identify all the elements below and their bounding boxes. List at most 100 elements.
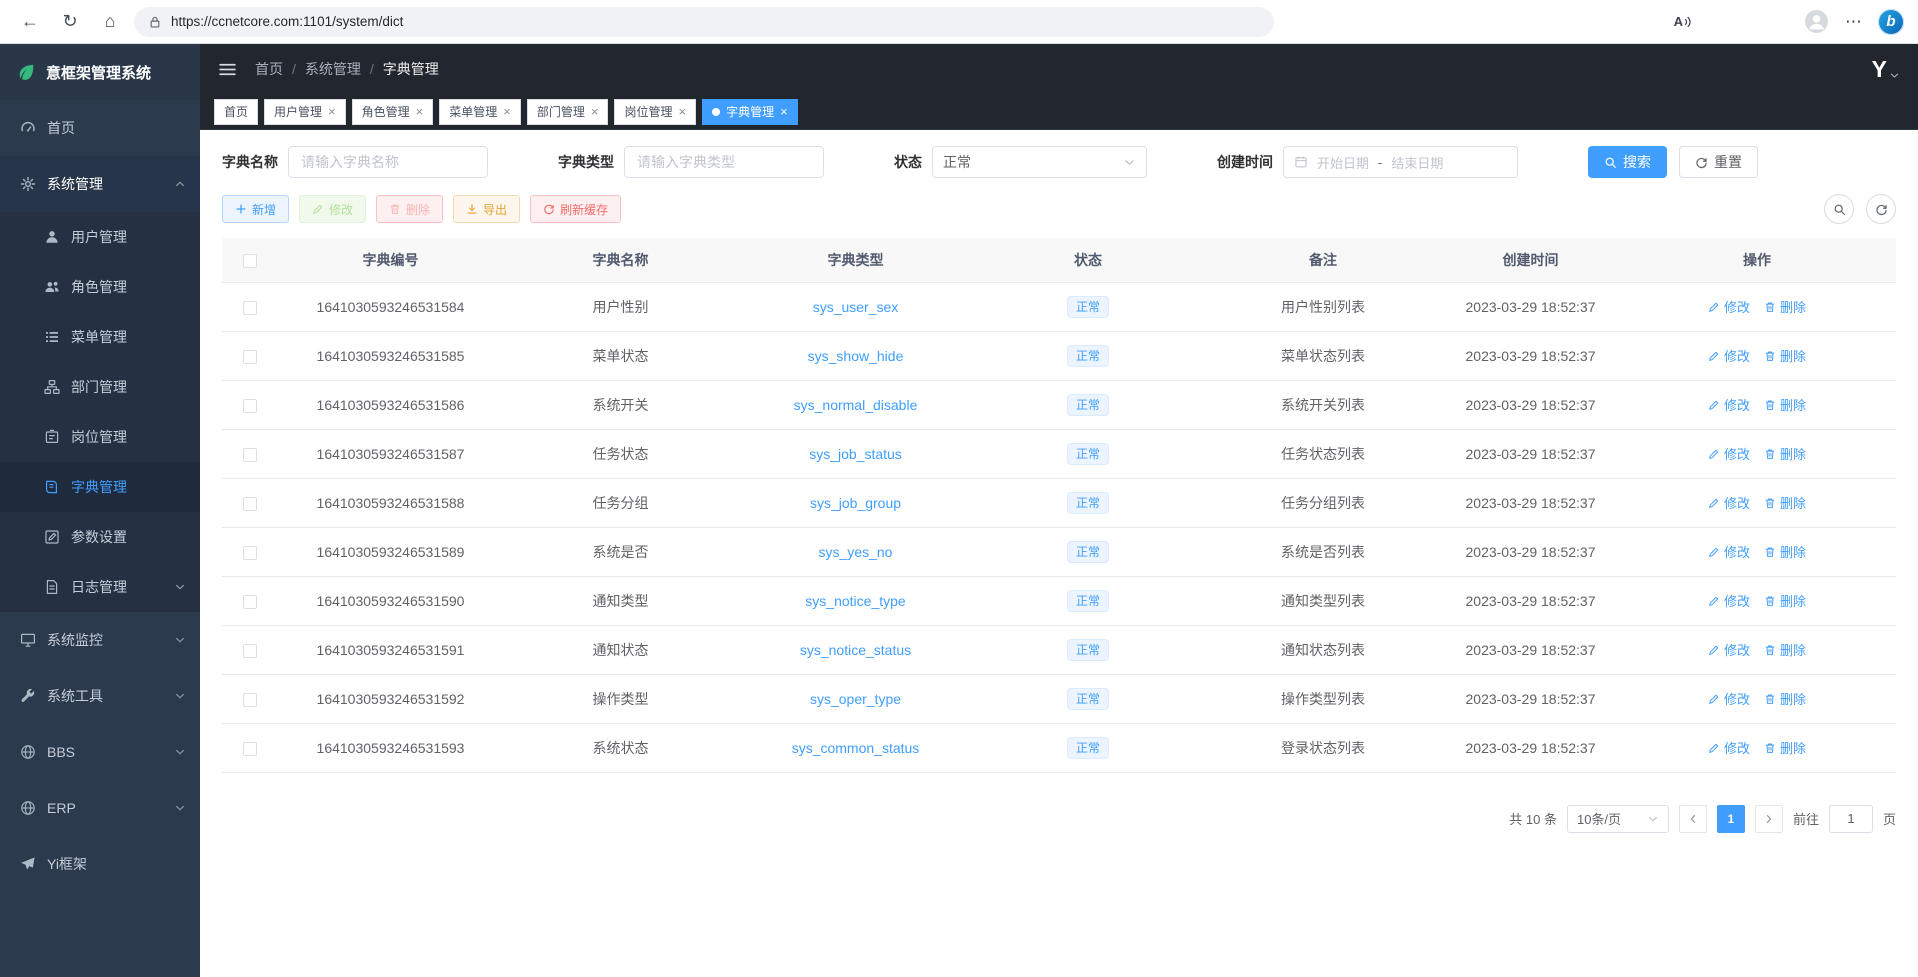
edit-row-button[interactable]: 修改 (1708, 542, 1750, 561)
page-1-button[interactable]: 1 (1717, 805, 1745, 833)
edit-button[interactable]: 修改 (299, 195, 366, 223)
dict-type-link[interactable]: sys_common_status (792, 740, 920, 756)
sidebar-item-system[interactable]: 系统管理 (0, 156, 200, 212)
refresh-table-button[interactable] (1866, 194, 1896, 224)
edit-row-button[interactable]: 修改 (1708, 395, 1750, 414)
edit-row-button[interactable]: 修改 (1708, 591, 1750, 610)
tab-item[interactable]: 部门管理× (527, 99, 609, 125)
row-checkbox[interactable] (243, 742, 257, 756)
browser-back-icon[interactable]: ← (14, 6, 46, 38)
dict-name-input[interactable] (288, 146, 488, 178)
dict-type-link[interactable]: sys_show_hide (808, 348, 904, 364)
next-page-button[interactable] (1755, 805, 1783, 833)
tab-item[interactable]: 菜单管理× (439, 99, 521, 125)
status-select[interactable]: 正常 (932, 146, 1147, 178)
sidebar-item-log[interactable]: 日志管理 (0, 562, 200, 612)
row-checkbox[interactable] (243, 644, 257, 658)
dict-type-link[interactable]: sys_user_sex (813, 299, 899, 315)
row-checkbox[interactable] (243, 350, 257, 364)
delete-row-button[interactable]: 删除 (1764, 395, 1806, 414)
browser-home-icon[interactable]: ⌂ (94, 6, 126, 38)
row-checkbox[interactable] (243, 399, 257, 413)
row-checkbox[interactable] (243, 693, 257, 707)
edit-row-button[interactable]: 修改 (1708, 493, 1750, 512)
sidebar-item-dept[interactable]: 部门管理 (0, 362, 200, 412)
edit-row-button[interactable]: 修改 (1708, 689, 1750, 708)
refresh-cache-button[interactable]: 刷新缓存 (530, 195, 621, 223)
sidebar-item-home[interactable]: 首页 (0, 100, 200, 156)
row-checkbox[interactable] (243, 595, 257, 609)
delete-row-button[interactable]: 删除 (1764, 591, 1806, 610)
address-bar[interactable]: https://ccnetcore.com:1101/system/dict (134, 7, 1274, 37)
close-tab-icon[interactable]: × (678, 104, 686, 119)
date-range-picker[interactable]: 开始日期 - 结束日期 (1283, 146, 1518, 178)
bing-chat-icon[interactable]: b (1878, 9, 1904, 35)
sidebar-item-monitor[interactable]: 系统监控 (0, 612, 200, 668)
sidebar-item-dict[interactable]: 字典管理 (0, 462, 200, 512)
close-tab-icon[interactable]: × (780, 104, 788, 119)
sidebar-item-role[interactable]: 角色管理 (0, 262, 200, 312)
row-checkbox[interactable] (243, 448, 257, 462)
row-checkbox[interactable] (243, 497, 257, 511)
tab-item[interactable]: 岗位管理× (614, 99, 696, 125)
tab-item[interactable]: 角色管理× (352, 99, 434, 125)
tab-item[interactable]: 用户管理× (264, 99, 346, 125)
delete-row-button[interactable]: 删除 (1764, 444, 1806, 463)
row-checkbox[interactable] (243, 546, 257, 560)
dict-type-link[interactable]: sys_notice_type (805, 593, 905, 609)
dict-type-link[interactable]: sys_normal_disable (794, 397, 918, 413)
delete-row-button[interactable]: 删除 (1764, 689, 1806, 708)
close-tab-icon[interactable]: × (591, 104, 599, 119)
delete-button[interactable]: 删除 (376, 195, 443, 223)
edit-row-button[interactable]: 修改 (1708, 640, 1750, 659)
browser-refresh-icon[interactable]: ↻ (54, 6, 86, 38)
page-size-select[interactable]: 10条/页 (1567, 805, 1669, 833)
select-all-checkbox[interactable] (243, 254, 257, 268)
delete-row-button[interactable]: 删除 (1764, 542, 1806, 561)
delete-row-button[interactable]: 删除 (1764, 493, 1806, 512)
delete-row-button[interactable]: 删除 (1764, 640, 1806, 659)
reset-button[interactable]: 重置 (1679, 146, 1758, 178)
profile-avatar[interactable] (1804, 9, 1829, 34)
read-aloud-icon[interactable]: A (1674, 14, 1692, 30)
edit-row-button[interactable]: 修改 (1708, 346, 1750, 365)
toggle-search-button[interactable] (1824, 194, 1854, 224)
sidebar-item-param[interactable]: 参数设置 (0, 512, 200, 562)
sidebar-item-erp[interactable]: ERP (0, 780, 200, 836)
dict-type-link[interactable]: sys_notice_status (800, 642, 911, 658)
dict-type-link[interactable]: sys_oper_type (810, 691, 901, 707)
breadcrumb-item[interactable]: 系统管理 (305, 59, 361, 79)
prev-page-button[interactable] (1679, 805, 1707, 833)
close-tab-icon[interactable]: × (416, 104, 424, 119)
export-button[interactable]: 导出 (453, 195, 520, 223)
add-button[interactable]: 新增 (222, 195, 289, 223)
sidebar-item-user[interactable]: 用户管理 (0, 212, 200, 262)
edit-row-button[interactable]: 修改 (1708, 297, 1750, 316)
close-tab-icon[interactable]: × (503, 104, 511, 119)
sidebar-item-post[interactable]: 岗位管理 (0, 412, 200, 462)
more-options-icon[interactable]: ⋯ (1845, 12, 1862, 32)
edit-row-button[interactable]: 修改 (1708, 444, 1750, 463)
user-avatar-menu[interactable]: Y (1872, 58, 1900, 81)
close-tab-icon[interactable]: × (328, 104, 336, 119)
sidebar-item-menu[interactable]: 菜单管理 (0, 312, 200, 362)
delete-row-button[interactable]: 删除 (1764, 346, 1806, 365)
hamburger-icon[interactable] (218, 60, 237, 79)
delete-row-button[interactable]: 删除 (1764, 738, 1806, 757)
tab-item[interactable]: 字典管理× (702, 99, 798, 125)
breadcrumb-item[interactable]: 首页 (255, 59, 283, 79)
jump-page-input[interactable] (1829, 805, 1873, 833)
dict-type-link[interactable]: sys_job_group (810, 495, 901, 511)
sidebar-item-yiframe[interactable]: Yi框架 (0, 836, 200, 892)
dict-type-input[interactable] (624, 146, 824, 178)
app-logo[interactable]: 意框架管理系统 (0, 44, 200, 100)
dict-type-link[interactable]: sys_job_status (809, 446, 902, 462)
dict-type-link[interactable]: sys_yes_no (819, 544, 893, 560)
row-checkbox[interactable] (243, 301, 257, 315)
search-button[interactable]: 搜索 (1588, 146, 1667, 178)
sidebar-item-bbs[interactable]: BBS (0, 724, 200, 780)
sidebar-item-tools[interactable]: 系统工具 (0, 668, 200, 724)
tab-item[interactable]: 首页 (214, 99, 258, 125)
delete-row-button[interactable]: 删除 (1764, 297, 1806, 316)
edit-row-button[interactable]: 修改 (1708, 738, 1750, 757)
